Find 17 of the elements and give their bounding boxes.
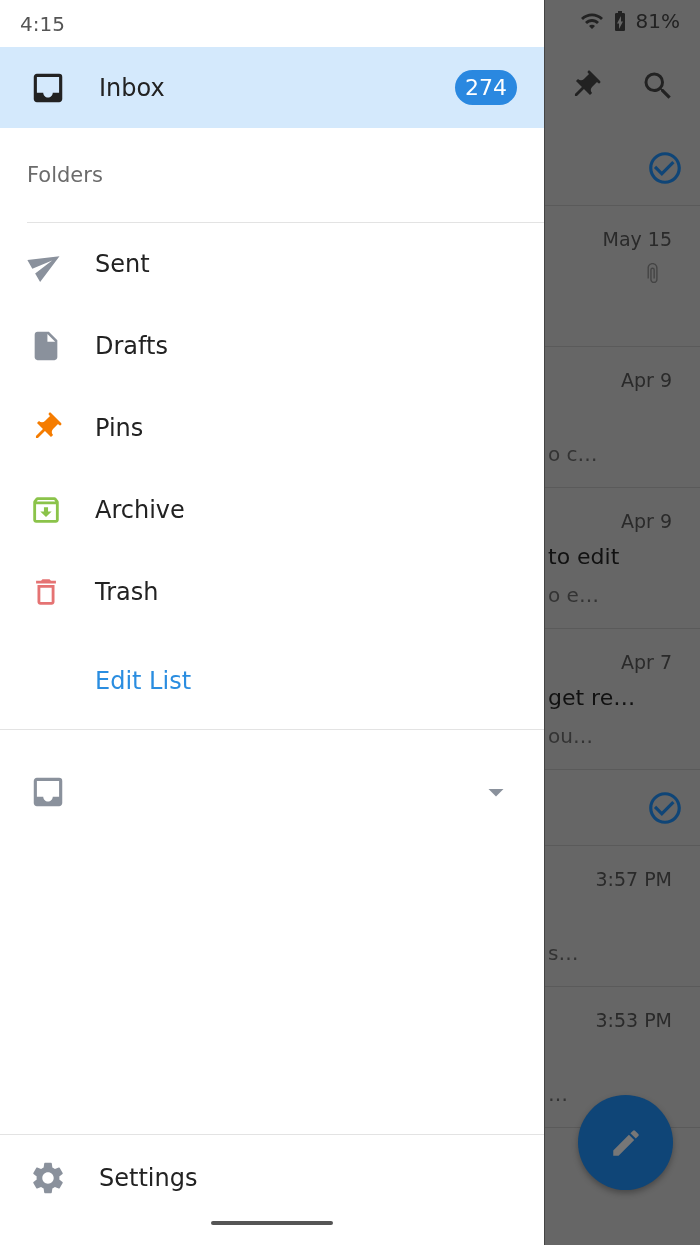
inbox-item[interactable]: Inbox 274 (0, 47, 544, 128)
home-indicator[interactable] (211, 1221, 333, 1225)
message-subject: to edit (548, 544, 620, 569)
battery-level: 81% (635, 9, 680, 33)
section-heading: Folders (27, 163, 103, 187)
edit-list-link[interactable]: Edit List (95, 667, 192, 695)
message-date: Apr 9 (621, 510, 672, 532)
settings-item[interactable]: Settings (0, 1135, 544, 1221)
message-subject: get re… (548, 685, 636, 710)
message-preview: … (548, 1082, 568, 1106)
message-date: Apr 9 (621, 369, 672, 391)
message-date: Apr 7 (621, 651, 672, 673)
message-date: 3:57 PM (595, 868, 672, 890)
message-date: 3:53 PM (595, 1009, 672, 1031)
status-time: 4:15 (20, 11, 65, 36)
message-date: May 15 (602, 228, 672, 250)
unread-count: 274 (455, 70, 517, 105)
